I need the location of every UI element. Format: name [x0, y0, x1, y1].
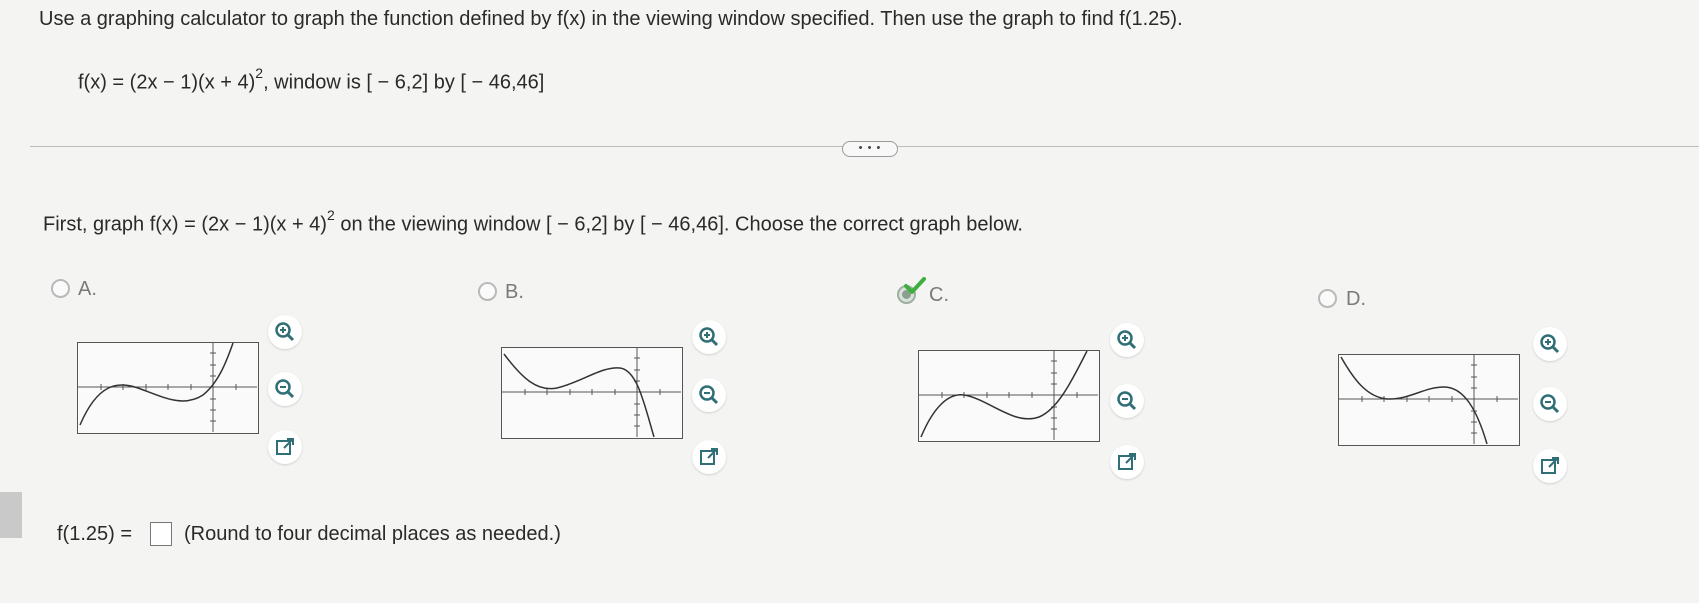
option-a-radio[interactable] — [51, 279, 70, 298]
option-d-zoom-out-button[interactable] — [1533, 387, 1567, 421]
option-c-label: C. — [929, 284, 949, 306]
answer-prefix: f(1.25) = — [57, 523, 133, 545]
instruction-exponent: 2 — [326, 207, 335, 223]
zoom-in-icon — [275, 322, 295, 342]
option-d-radio[interactable] — [1318, 289, 1337, 308]
question-prompt: Use a graphing calculator to graph the f… — [39, 8, 1183, 30]
function-expression: f(x) = (2x − 1)(x + 4)2, window is [ − 6… — [78, 65, 545, 95]
answer-input[interactable] — [150, 522, 172, 546]
correct-check-icon — [904, 277, 926, 294]
zoom-out-icon — [275, 379, 295, 399]
option-b-graph — [501, 347, 683, 439]
option-d-graph — [1338, 354, 1520, 446]
option-b-zoom-out-button[interactable] — [692, 378, 726, 412]
option-d-label: D. — [1346, 288, 1366, 310]
external-link-icon — [276, 438, 294, 455]
option-c-zoom-in-button[interactable] — [1110, 323, 1144, 357]
more-button[interactable]: • • • — [842, 141, 898, 157]
instruction-post: on the viewing window [ − 6,2] by [ − 46… — [334, 213, 1023, 236]
option-c-open-button[interactable] — [1110, 445, 1144, 479]
option-c-graph — [918, 350, 1100, 442]
zoom-out-icon — [1540, 394, 1560, 414]
zoom-out-icon — [1117, 391, 1137, 411]
side-panel-tab[interactable] — [0, 492, 22, 538]
option-b-zoom-in-button[interactable] — [692, 320, 726, 354]
function-exponent: 2 — [255, 65, 264, 81]
option-d-zoom-in-button[interactable] — [1533, 327, 1567, 361]
instruction-pre: First, graph f(x) = (2x − 1)(x + 4) — [43, 213, 327, 236]
zoom-in-icon — [699, 327, 719, 347]
window-text: , window is [ − 6,2] by [ − 46,46] — [263, 71, 545, 94]
external-link-icon — [1541, 457, 1559, 474]
answer-note: (Round to four decimal places as needed.… — [184, 523, 561, 545]
external-link-icon — [700, 448, 718, 465]
option-a-label: A. — [78, 278, 97, 300]
option-a-zoom-out-button[interactable] — [268, 372, 302, 406]
option-b-label: B. — [505, 281, 524, 303]
option-d-open-button[interactable] — [1533, 449, 1567, 483]
function-lhs: f(x) = (2x − 1)(x + 4) — [78, 71, 256, 94]
zoom-in-icon — [1117, 330, 1137, 350]
part1-instruction: First, graph f(x) = (2x − 1)(x + 4)2 on … — [43, 207, 1023, 237]
zoom-in-icon — [1540, 334, 1560, 354]
external-link-icon — [1118, 453, 1136, 470]
option-a-open-button[interactable] — [268, 430, 302, 464]
option-b-open-button[interactable] — [692, 440, 726, 474]
option-b-radio[interactable] — [478, 282, 497, 301]
option-a-zoom-in-button[interactable] — [268, 315, 302, 349]
zoom-out-icon — [699, 385, 719, 405]
option-a-graph — [77, 342, 259, 434]
option-c-zoom-out-button[interactable] — [1110, 384, 1144, 418]
